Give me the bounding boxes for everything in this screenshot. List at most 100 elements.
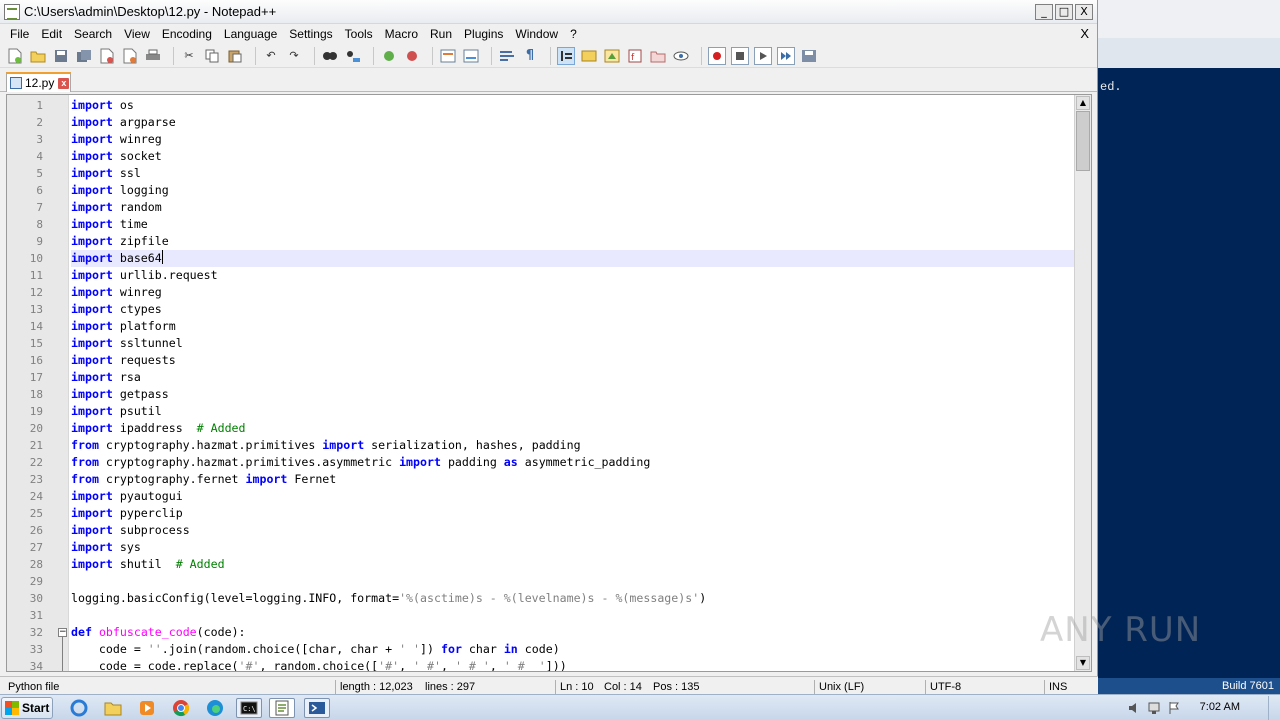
save-all-icon[interactable] xyxy=(75,47,93,65)
cmd-icon[interactable]: C:\ xyxy=(236,698,262,718)
code-line-current[interactable]: import base64 xyxy=(71,250,1075,267)
menu-tools[interactable]: Tools xyxy=(339,24,379,44)
monitoring-icon[interactable] xyxy=(672,47,690,65)
open-file-icon[interactable] xyxy=(29,47,47,65)
code-line[interactable]: import winreg xyxy=(71,284,1075,301)
code-line[interactable]: import os xyxy=(71,97,1075,114)
menu-edit[interactable]: Edit xyxy=(35,24,68,44)
paste-icon[interactable] xyxy=(226,47,244,65)
code-line[interactable]: import ssltunnel xyxy=(71,335,1075,352)
replace-icon[interactable] xyxy=(344,47,362,65)
code-line[interactable]: def obfuscate_code(code): xyxy=(71,624,1075,641)
code-line[interactable] xyxy=(71,607,1075,624)
code-line[interactable]: import ssl xyxy=(71,165,1075,182)
code-line[interactable]: from cryptography.fernet import Fernet xyxy=(71,471,1075,488)
media-player-icon[interactable] xyxy=(136,698,158,718)
tab-12py[interactable]: 12.py x xyxy=(6,72,71,92)
code-line[interactable]: import socket xyxy=(71,148,1075,165)
function-list-icon[interactable]: f xyxy=(626,47,644,65)
code-line[interactable]: import shutil # Added xyxy=(71,556,1075,573)
sync-horizontal-icon[interactable] xyxy=(462,47,480,65)
user-defined-language-icon[interactable] xyxy=(580,47,598,65)
show-desktop-button[interactable] xyxy=(1268,696,1280,720)
notepadpp-taskbar-icon[interactable] xyxy=(269,698,295,718)
folder-as-workspace-icon[interactable] xyxy=(649,47,667,65)
notepadpp-app-icon[interactable] xyxy=(4,3,20,20)
vertical-scrollbar[interactable]: ▲ ▼ xyxy=(1074,95,1091,671)
clock[interactable]: 7:02 AM xyxy=(1200,701,1240,713)
document-map-icon[interactable] xyxy=(603,47,621,65)
print-icon[interactable] xyxy=(144,47,162,65)
code-line[interactable]: import ctypes xyxy=(71,301,1075,318)
code-line[interactable]: import rsa xyxy=(71,369,1075,386)
code-line[interactable]: import requests xyxy=(71,352,1075,369)
zoom-in-icon[interactable] xyxy=(380,47,398,65)
menu-window[interactable]: Window xyxy=(509,24,564,44)
menu-plugins[interactable]: Plugins xyxy=(458,24,509,44)
scroll-up-icon[interactable]: ▲ xyxy=(1076,96,1090,110)
code-line[interactable]: from cryptography.hazmat.primitives impo… xyxy=(71,437,1075,454)
playback-macro-icon[interactable] xyxy=(754,46,772,65)
code-line[interactable]: import psutil xyxy=(71,403,1075,420)
fold-collapse-icon[interactable]: − xyxy=(58,628,67,637)
menu-macro[interactable]: Macro xyxy=(379,24,424,44)
title-bar[interactable]: C:\Users\admin\Desktop\12.py - Notepad++… xyxy=(0,0,1097,24)
zoom-out-icon[interactable] xyxy=(403,47,421,65)
code-line[interactable]: import ipaddress # Added xyxy=(71,420,1075,437)
menu-view[interactable]: View xyxy=(118,24,156,44)
close-button[interactable]: X xyxy=(1075,3,1093,20)
code-line[interactable]: import logging xyxy=(71,182,1075,199)
menu-encoding[interactable]: Encoding xyxy=(156,24,218,44)
redo-icon[interactable]: ↷ xyxy=(285,47,303,65)
record-macro-icon[interactable] xyxy=(708,46,726,65)
show-all-characters-icon[interactable]: ¶ xyxy=(521,47,539,65)
new-file-icon[interactable] xyxy=(6,47,24,65)
menu-file[interactable]: File xyxy=(4,24,35,44)
start-button[interactable]: Start xyxy=(1,697,53,719)
undo-icon[interactable]: ↶ xyxy=(262,47,280,65)
code-line[interactable]: import time xyxy=(71,216,1075,233)
save-macro-icon[interactable] xyxy=(800,47,818,65)
maximize-button[interactable]: □ xyxy=(1055,3,1073,20)
chrome-icon[interactable] xyxy=(170,698,192,718)
save-icon[interactable] xyxy=(52,47,70,65)
find-icon[interactable] xyxy=(321,47,339,65)
close-all-icon[interactable] xyxy=(121,47,139,65)
menu-language[interactable]: Language xyxy=(218,24,283,44)
copy-icon[interactable] xyxy=(203,47,221,65)
menu-run[interactable]: Run xyxy=(424,24,458,44)
code-line[interactable]: import random xyxy=(71,199,1075,216)
word-wrap-icon[interactable] xyxy=(498,47,516,65)
minimize-button[interactable]: _ xyxy=(1035,3,1053,20)
menu-search[interactable]: Search xyxy=(68,24,118,44)
close-file-icon[interactable] xyxy=(98,47,116,65)
code-line[interactable]: import platform xyxy=(71,318,1075,335)
code-line[interactable]: code = code.replace('#', random.choice([… xyxy=(71,658,1075,671)
internet-explorer-icon[interactable] xyxy=(68,698,90,718)
cut-icon[interactable]: ✂ xyxy=(180,47,198,65)
code-line[interactable]: import argparse xyxy=(71,114,1075,131)
scroll-thumb[interactable] xyxy=(1076,111,1090,171)
code-line[interactable]: import subprocess xyxy=(71,522,1075,539)
scroll-down-icon[interactable]: ▼ xyxy=(1076,656,1090,670)
code-line[interactable]: from cryptography.hazmat.primitives.asym… xyxy=(71,454,1075,471)
code-line[interactable]: import urllib.request xyxy=(71,267,1075,284)
network-icon[interactable] xyxy=(1148,701,1162,715)
close-document-button[interactable]: X xyxy=(1080,24,1089,44)
code-line[interactable]: import winreg xyxy=(71,131,1075,148)
code-line[interactable]: import zipfile xyxy=(71,233,1075,250)
code-line[interactable]: logging.basicConfig(level=logging.INFO, … xyxy=(71,590,1075,607)
code-area[interactable]: import os import argparse import winreg imp… xyxy=(71,95,1075,671)
stop-recording-icon[interactable] xyxy=(731,46,749,65)
code-line[interactable]: import pyautogui xyxy=(71,488,1075,505)
run-macro-multiple-icon[interactable] xyxy=(777,46,795,65)
code-editor[interactable]: 1 2 3 4 5 6 7 8 9 10 11 12 13 14 15 16 17 18 19 20 21 22 23 24 2… xyxy=(6,94,1092,672)
tab-close-icon[interactable]: x xyxy=(58,77,70,89)
volume-icon[interactable] xyxy=(1128,701,1142,715)
sync-vertical-icon[interactable] xyxy=(439,47,457,65)
menu-settings[interactable]: Settings xyxy=(283,24,338,44)
code-line[interactable] xyxy=(71,573,1075,590)
menu-help[interactable]: ? xyxy=(564,24,583,44)
powershell-icon[interactable] xyxy=(304,698,330,718)
action-center-flag-icon[interactable] xyxy=(1168,701,1182,715)
